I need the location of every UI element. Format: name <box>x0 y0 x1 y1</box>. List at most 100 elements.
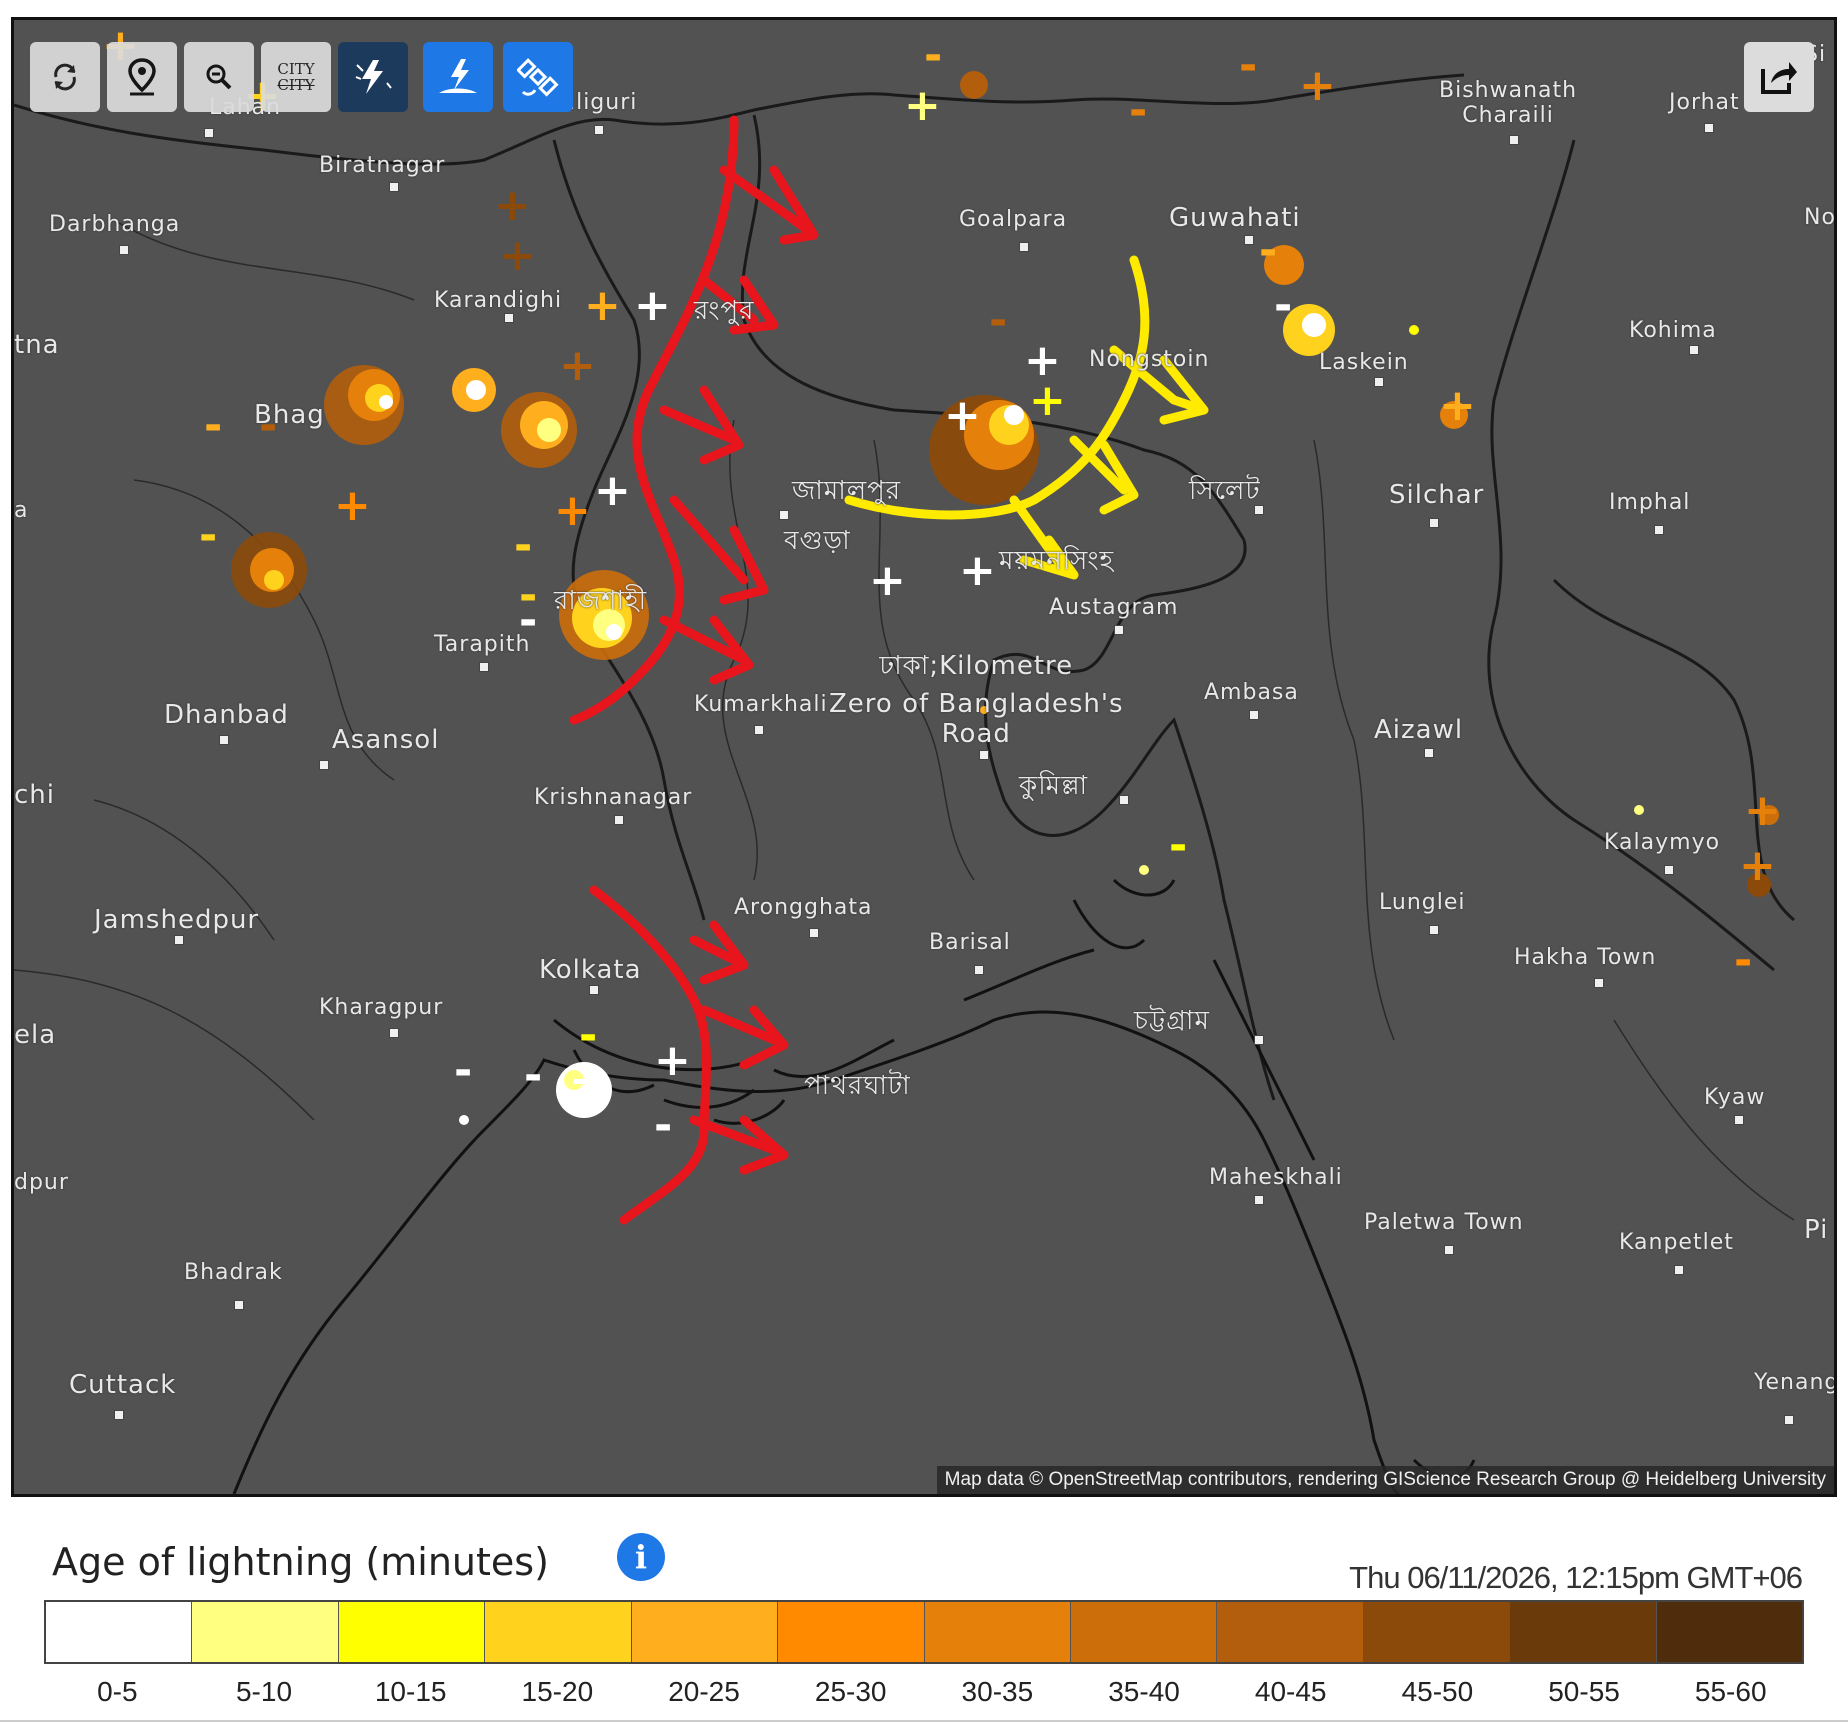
share-button[interactable] <box>1744 42 1814 112</box>
ground-strike-button[interactable] <box>423 42 493 112</box>
city-marker-kyaw <box>1734 1115 1744 1125</box>
city-label-krishnanagar: Krishnanagar <box>534 785 693 810</box>
city-label-kyaw: Kyaw <box>1704 1085 1766 1110</box>
city-label-bhagalpur: Bhag <box>254 400 325 430</box>
scale-label: 35-40 <box>1108 1676 1180 1707</box>
city-marker-siliguri <box>594 125 604 135</box>
scale-swatch-10-15 <box>338 1602 486 1662</box>
city-marker-kanpetlet <box>1674 1265 1684 1275</box>
city-marker-goalpara <box>1019 242 1029 252</box>
city-marker-ambasa <box>1249 710 1259 720</box>
svg-text:+: + <box>634 280 671 331</box>
city-marker-dhanbad <box>219 735 229 745</box>
scale-label: 10-15 <box>374 1676 447 1707</box>
scale-swatch-15-20 <box>485 1602 632 1662</box>
scale-label: 25-30 <box>814 1676 887 1707</box>
svg-text:-: - <box>204 400 222 451</box>
cluster-west <box>231 532 307 608</box>
city-label-ambasa: Ambasa <box>1204 680 1299 705</box>
zoom-out-icon <box>206 64 232 90</box>
city-label-kolkata: Kolkata <box>539 955 642 985</box>
satellite-icon <box>517 58 559 97</box>
svg-text:-: - <box>199 510 217 561</box>
svg-text:-: - <box>924 30 942 81</box>
city-marker-krishnanagar <box>614 815 624 825</box>
svg-text:+: + <box>1744 785 1781 836</box>
svg-text:+: + <box>584 280 621 331</box>
city-label-edge_pi: Pi <box>1804 1215 1829 1245</box>
city-label-karandighi: Karandighi <box>434 288 563 313</box>
city-label-edge_na: tna <box>14 330 60 360</box>
city-label-sylhet: সিলেট <box>1189 476 1261 506</box>
city-marker-kumarkhali <box>754 725 764 735</box>
city-label-edge_dpur: dpur <box>14 1170 69 1195</box>
city-marker-guwahati <box>1244 235 1254 245</box>
city-marker-yenang <box>1784 1415 1794 1425</box>
city-labels-button[interactable]: CITY CITY <box>261 42 331 112</box>
city-label-meghalaya: Nongstoin <box>1089 347 1210 372</box>
city-label-edge_ela: ela <box>14 1020 57 1050</box>
lightning-button[interactable] <box>338 42 408 112</box>
age-scale-labels: 0-5 5-10 10-15 15-20 20-25 25-30 30-35 35-40 40-… <box>44 1676 1804 1708</box>
scale-label: 45-50 <box>1401 1676 1474 1707</box>
scale-label: 30-35 <box>961 1676 1034 1707</box>
map-panel[interactable]: + + - + + - - + + + + + - - - + + + - - … <box>11 17 1837 1497</box>
city-marker-lunglei <box>1429 925 1439 935</box>
city-label-bogura: বগুড়া <box>784 526 851 556</box>
city-label-austagram: Austagram <box>1049 595 1179 620</box>
city-marker-jamshedpur <box>174 935 184 945</box>
city-label-bottom: CITY <box>277 76 315 94</box>
share-icon <box>1761 62 1797 94</box>
city-label-kohima: Kohima <box>1629 318 1717 343</box>
info-icon[interactable]: i <box>617 1533 665 1581</box>
refresh-button[interactable] <box>30 42 100 112</box>
refresh-icon <box>54 63 76 91</box>
zoom-button[interactable] <box>184 42 254 112</box>
city-label-jamshedpur: Jamshedpur <box>94 905 260 935</box>
svg-text:-: - <box>1129 85 1147 136</box>
city-marker-silchar <box>1429 518 1439 528</box>
scale-swatch-45-50 <box>1363 1602 1511 1662</box>
city-marker-paletwa <box>1444 1245 1454 1255</box>
city-label-chattogram: চট্টগ্রাম <box>1134 1006 1210 1036</box>
svg-text:-: - <box>654 1100 672 1151</box>
city-label-edge_no: No <box>1804 205 1836 230</box>
city-marker-chattogram <box>1254 1035 1264 1045</box>
scale-label: 0-5 <box>97 1676 138 1707</box>
svg-text:-: - <box>1274 280 1292 331</box>
city-label-aizawl: Aizawl <box>1374 715 1464 745</box>
city-marker-dhaka <box>979 750 989 760</box>
city-marker-kohima <box>1689 345 1699 355</box>
svg-text:-: - <box>1734 935 1752 986</box>
svg-text:+: + <box>1739 840 1776 891</box>
map-attribution: Map data © OpenStreetMap contributors, r… <box>936 1466 1834 1494</box>
svg-text:+: + <box>334 480 371 531</box>
svg-text:+: + <box>959 545 996 596</box>
city-label-maheskhali: Maheskhali <box>1209 1165 1343 1190</box>
scale-swatch-55-60 <box>1656 1602 1803 1662</box>
svg-text:+: + <box>904 80 941 131</box>
divider <box>0 1720 1848 1722</box>
satellite-button[interactable] <box>503 42 573 112</box>
scale-swatch-50-55 <box>1510 1602 1657 1662</box>
svg-text:-: - <box>579 1010 597 1061</box>
city-marker-asansol <box>319 760 329 770</box>
city-label-bhadrak: Bhadrak <box>184 1260 283 1285</box>
city-marker-sylhet <box>1254 505 1264 515</box>
timestamp: Thu 06/11/2026, 12:15pm GMT+06 <box>1349 1560 1803 1595</box>
city-label-asansol: Asansol <box>332 725 440 755</box>
city-marker-kalaymyo <box>1664 865 1674 875</box>
city-label-hakha: Hakha Town <box>1514 945 1657 970</box>
city-label-biratnagar: Biratnagar <box>319 153 446 178</box>
city-marker-bhadrak <box>234 1300 244 1310</box>
legend-title: Age of lightning (minutes) <box>52 1540 549 1584</box>
svg-text:+: + <box>559 340 596 391</box>
scale-label: 50-55 <box>1548 1676 1620 1707</box>
city-label-edge_chi: chi <box>14 780 55 810</box>
location-button[interactable] <box>107 42 177 112</box>
city-label-jorhat: Jorhat <box>1669 90 1740 115</box>
scale-label: 15-20 <box>521 1676 594 1707</box>
city-label-dhaka: ঢাকা;Kilometre Zero of Bangladesh's Road <box>829 651 1124 749</box>
scale-label: 55-60 <box>1694 1676 1767 1707</box>
scale-swatch-20-25 <box>631 1602 779 1662</box>
